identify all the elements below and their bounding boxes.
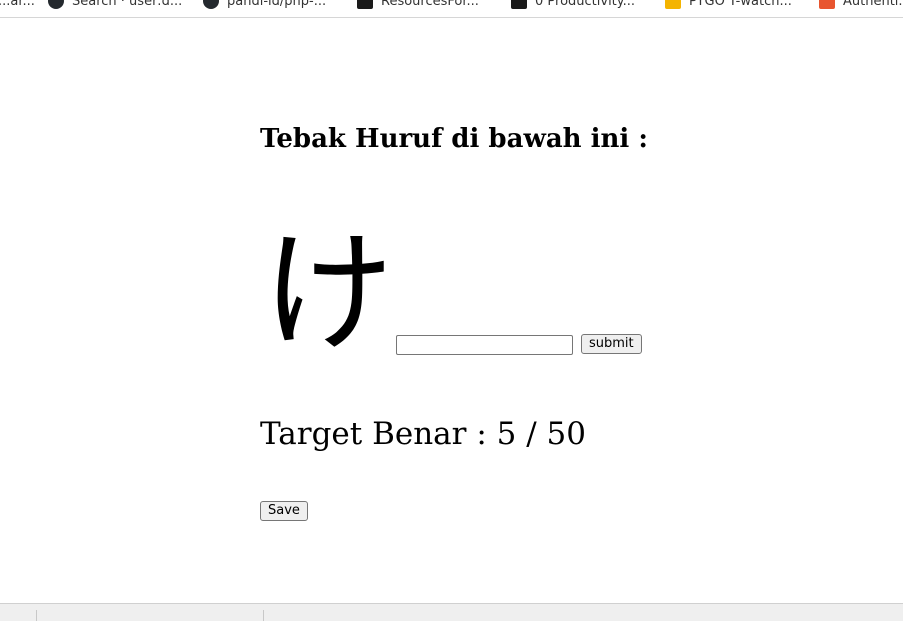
dev-icon bbox=[357, 0, 373, 9]
bookmarks-bar: ...ar... Search · user:d... pandi-id/php… bbox=[0, 0, 903, 18]
bookmark-label: PYGO T-watch... bbox=[689, 0, 792, 9]
bookmark-label: ...ar... bbox=[0, 0, 35, 9]
github-icon bbox=[203, 0, 219, 9]
answer-input[interactable] bbox=[396, 335, 573, 355]
bookmark-item[interactable]: ...ar... bbox=[0, 0, 35, 11]
bookmark-label: pandi-id/php-... bbox=[227, 0, 327, 9]
page-content: Tebak Huruf di bawah ini : け submit Targ… bbox=[0, 18, 903, 603]
divider bbox=[263, 610, 264, 621]
target-score: Target Benar : 5 / 50 bbox=[260, 416, 586, 452]
dev-icon bbox=[511, 0, 527, 9]
bottom-status-bar bbox=[0, 603, 903, 621]
bookmark-item[interactable]: ResourcesFor... bbox=[357, 0, 479, 11]
hiragana-character: け bbox=[262, 217, 394, 371]
bookmark-item[interactable]: 0 Productivity... bbox=[511, 0, 635, 11]
bookmark-item[interactable]: PYGO T-watch... bbox=[665, 0, 792, 11]
save-button[interactable]: Save bbox=[260, 501, 308, 521]
github-icon bbox=[48, 0, 64, 9]
bookmark-label: Search · user:d... bbox=[72, 0, 183, 9]
bookmark-item[interactable]: Search · user:d... bbox=[48, 0, 182, 11]
bookmark-item[interactable]: pandi-id/php-... bbox=[203, 0, 326, 11]
bookmark-label: Authenti... bbox=[843, 0, 903, 9]
bookmark-label: 0 Productivity... bbox=[535, 0, 636, 9]
page-title: Tebak Huruf di bawah ini : bbox=[260, 124, 648, 154]
submit-button[interactable]: submit bbox=[581, 334, 642, 354]
bookmark-item[interactable]: Authenti... bbox=[819, 0, 903, 11]
divider bbox=[36, 610, 37, 621]
yellow-icon bbox=[665, 0, 681, 9]
bookmark-label: ResourcesFor... bbox=[381, 0, 479, 9]
orange-icon bbox=[819, 0, 835, 9]
